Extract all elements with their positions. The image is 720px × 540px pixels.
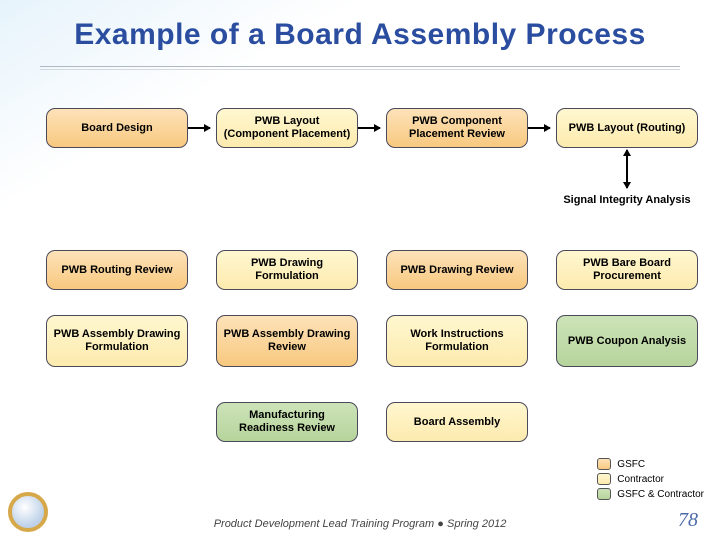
box-pwb-layout-component-placement: PWB Layout (Component Placement): [216, 108, 358, 148]
box-manufacturing-readiness-review: Manufacturing Readiness Review: [216, 402, 358, 442]
footer-term: Spring 2012: [447, 518, 506, 530]
legend-row-contractor: Contractor: [597, 473, 704, 485]
title-rule-2: [40, 69, 680, 70]
box-board-design: Board Design: [46, 108, 188, 148]
legend-row-both: GSFC & Contractor: [597, 488, 704, 500]
box-pwb-bare-board-procurement: PWB Bare Board Procurement: [556, 250, 698, 290]
arrow-r1-2: [358, 127, 380, 129]
legend-swatch-gsfc: [597, 458, 611, 470]
label-signal-integrity: Signal Integrity Analysis: [556, 194, 698, 207]
title-rule-1: [40, 66, 680, 67]
legend-label-both: GSFC & Contractor: [617, 489, 704, 500]
box-pwb-drawing-review: PWB Drawing Review: [386, 250, 528, 290]
slide-title: Example of a Board Assembly Process: [0, 18, 720, 52]
legend-row-gsfc: GSFC: [597, 458, 704, 470]
legend-label-contractor: Contractor: [617, 474, 664, 485]
footer-separator: ●: [437, 518, 447, 530]
page-number: 78: [678, 509, 698, 532]
legend-label-gsfc: GSFC: [617, 459, 645, 470]
box-pwb-assembly-drawing-review: PWB Assembly Drawing Review: [216, 315, 358, 367]
box-work-instructions-formulation: Work Instructions Formulation: [386, 315, 528, 367]
arrow-r1-3: [528, 127, 550, 129]
box-pwb-component-placement-review: PWB Component Placement Review: [386, 108, 528, 148]
box-pwb-routing-review: PWB Routing Review: [46, 250, 188, 290]
box-pwb-drawing-formulation: PWB Drawing Formulation: [216, 250, 358, 290]
box-board-assembly: Board Assembly: [386, 402, 528, 442]
legend: GSFC Contractor GSFC & Contractor: [597, 455, 704, 500]
legend-swatch-contractor: [597, 473, 611, 485]
arrow-r1-1: [188, 127, 210, 129]
box-pwb-assembly-drawing-formulation: PWB Assembly Drawing Formulation: [46, 315, 188, 367]
box-pwb-coupon-analysis: PWB Coupon Analysis: [556, 315, 698, 367]
nasa-medallion-icon: [8, 492, 48, 532]
box-pwb-layout-routing: PWB Layout (Routing): [556, 108, 698, 148]
legend-swatch-both: [597, 488, 611, 500]
footer: Product Development Lead Training Progra…: [0, 518, 720, 530]
arrow-routing-signal: [626, 150, 628, 188]
footer-program: Product Development Lead Training Progra…: [214, 518, 435, 530]
